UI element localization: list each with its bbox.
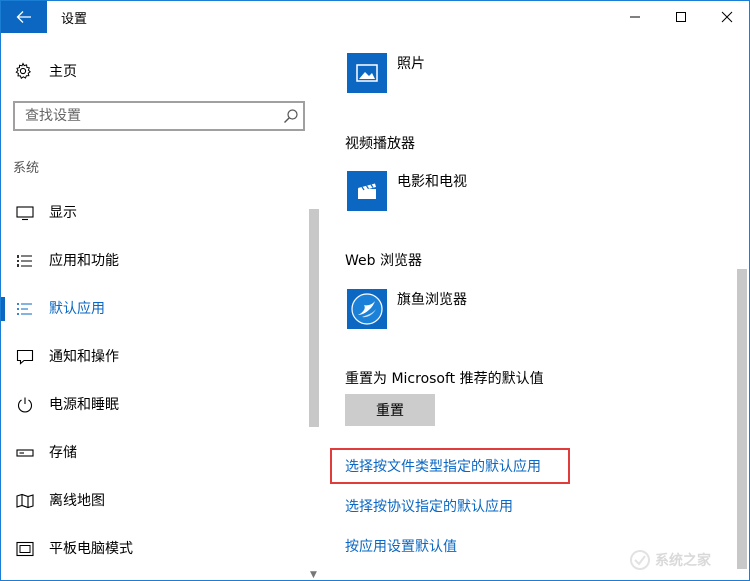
- title-bar: 设置: [1, 1, 749, 33]
- sidebar-item-notifications[interactable]: 通知和操作: [1, 333, 307, 381]
- watermark-text: 系统之家: [655, 553, 711, 569]
- settings-window: 设置 主页 系统: [0, 0, 750, 581]
- sidebar-item-display[interactable]: 显示: [1, 189, 307, 237]
- photo-app-selector[interactable]: 照片: [347, 53, 425, 93]
- movies-tv-icon: [347, 171, 387, 211]
- main-content: 照片 视频播放器 电影和电视 Web 浏览器 旗鱼浏览器 重置为 Microso…: [321, 33, 749, 580]
- photo-app-name: 照片: [397, 56, 425, 72]
- watermark-logo-icon: [630, 550, 650, 570]
- reset-button[interactable]: 重置: [345, 394, 435, 426]
- content-scroll-thumb[interactable]: [737, 269, 747, 569]
- sidebar-item-label: 显示: [49, 205, 77, 221]
- sidebar-item-label: 应用和功能: [49, 253, 119, 269]
- power-icon: [15, 395, 35, 415]
- maximize-icon: [676, 12, 686, 22]
- map-icon: [15, 491, 35, 511]
- choose-by-protocol-link[interactable]: 选择按协议指定的默认应用: [345, 496, 513, 516]
- browser-app-selector[interactable]: 旗鱼浏览器: [347, 289, 467, 329]
- notification-icon: [15, 347, 35, 367]
- sidebar-item-apps-features[interactable]: 应用和功能: [1, 237, 307, 285]
- nav-list: 显示 应用和功能 默认应用 通知和操作 电源和睡眠 存储 离线地图 平板电脑模式: [1, 189, 307, 573]
- sidebar-item-label: 电源和睡眠: [49, 397, 119, 413]
- scroll-down-icon[interactable]: ▼: [310, 570, 317, 580]
- back-button[interactable]: [1, 1, 47, 33]
- video-app-name: 电影和电视: [397, 174, 467, 190]
- gear-icon: [13, 61, 33, 81]
- sidebar-item-label: 通知和操作: [49, 349, 119, 365]
- sidebar-item-power-sleep[interactable]: 电源和睡眠: [1, 381, 307, 429]
- maximize-button[interactable]: [658, 1, 704, 33]
- search-box[interactable]: [13, 101, 305, 131]
- sailfish-browser-icon: [347, 289, 387, 329]
- watermark: 系统之家: [629, 549, 711, 571]
- search-input[interactable]: [15, 103, 285, 129]
- content-scrollbar[interactable]: [735, 33, 749, 580]
- apps-list-icon: [15, 251, 35, 271]
- close-button[interactable]: [704, 1, 749, 33]
- sidebar-item-storage[interactable]: 存储: [1, 429, 307, 477]
- active-indicator: [1, 297, 5, 321]
- section-label: 系统: [13, 161, 40, 176]
- window-title: 设置: [61, 12, 88, 27]
- photos-app-icon: [347, 53, 387, 93]
- set-defaults-by-app-link[interactable]: 按应用设置默认值: [345, 536, 457, 556]
- close-icon: [721, 11, 733, 23]
- reset-description: 重置为 Microsoft 推荐的默认值: [345, 371, 544, 387]
- home-label: 主页: [49, 64, 77, 80]
- sidebar-scrollbar[interactable]: ▼: [307, 197, 321, 580]
- minimize-button[interactable]: [612, 1, 658, 33]
- tablet-icon: [15, 539, 35, 559]
- sidebar-item-default-apps[interactable]: 默认应用: [1, 285, 307, 333]
- sidebar-item-offline-maps[interactable]: 离线地图: [1, 477, 307, 525]
- monitor-icon: [15, 203, 35, 223]
- minimize-icon: [630, 16, 640, 18]
- sidebar-item-label: 存储: [49, 445, 77, 461]
- browser-app-name: 旗鱼浏览器: [397, 292, 467, 308]
- default-apps-icon: [15, 299, 35, 319]
- sidebar-item-label: 平板电脑模式: [49, 541, 133, 557]
- search-icon[interactable]: [283, 108, 299, 124]
- sidebar-item-label: 离线地图: [49, 493, 105, 509]
- storage-icon: [15, 443, 35, 463]
- back-arrow-icon: [16, 11, 31, 23]
- browser-category-label: Web 浏览器: [345, 253, 422, 269]
- choose-by-file-type-link[interactable]: 选择按文件类型指定的默认应用: [345, 456, 541, 476]
- video-app-selector[interactable]: 电影和电视: [347, 171, 467, 211]
- video-category-label: 视频播放器: [345, 136, 415, 152]
- sidebar: 主页 系统 显示 应用和功能: [1, 33, 321, 580]
- home-nav-item[interactable]: 主页: [13, 59, 77, 83]
- sidebar-item-tablet-mode[interactable]: 平板电脑模式: [1, 525, 307, 573]
- sidebar-item-label: 默认应用: [49, 301, 105, 317]
- sidebar-scroll-thumb[interactable]: [309, 209, 319, 427]
